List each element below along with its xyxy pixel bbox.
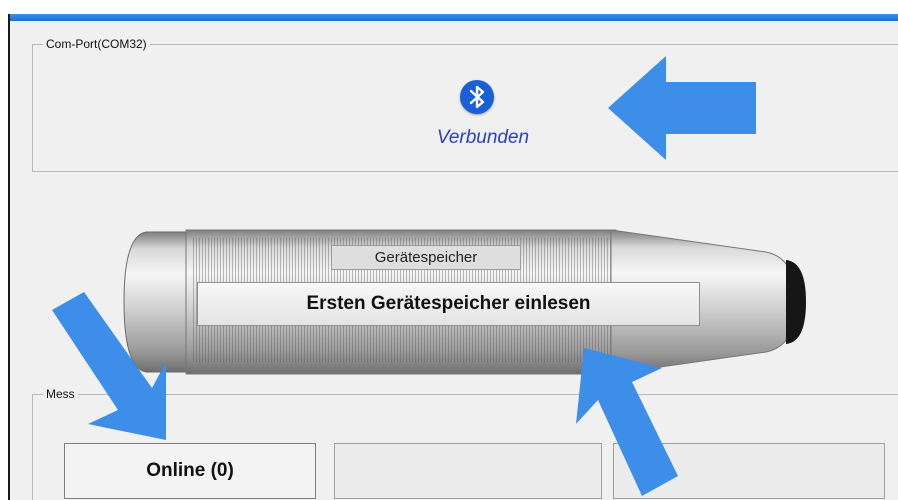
tab-online[interactable]: Online (0) [64,443,316,499]
device-memory-label: Gerätespeicher [331,245,521,270]
arrow-left-icon [608,56,756,160]
connection-status: Verbunden [436,127,530,148]
read-first-memory-button[interactable]: Ersten Gerätespeicher einlesen [197,282,700,326]
app-window: Com-Port(COM32) Verbunden Gerätespeicher… [8,14,898,500]
bluetooth-icon [460,80,494,114]
arrow-up-left-icon [576,348,678,496]
com-port-legend: Com-Port(COM32) [43,37,150,51]
arrow-down-right-icon [52,292,166,440]
title-bar [10,14,898,21]
